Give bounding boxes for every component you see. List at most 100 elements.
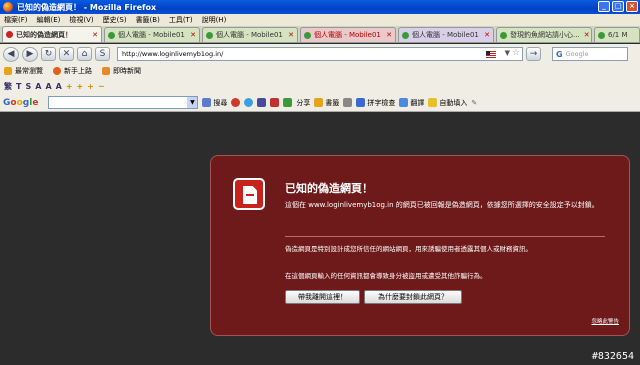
tab-label: 6/1 M bbox=[608, 31, 628, 39]
google-bookmarks-button[interactable]: 書籤 bbox=[314, 98, 339, 108]
google-translate-button[interactable]: 翻譯 bbox=[399, 98, 424, 108]
folder-icon bbox=[4, 67, 12, 75]
mobile01-favicon-icon bbox=[206, 31, 213, 39]
tab-mobile01-4[interactable]: 個人電腦 - Mobile01 ✕ bbox=[398, 27, 494, 42]
tab-close-icon[interactable]: ✕ bbox=[284, 31, 294, 39]
bookmarks-toolbar: 最常瀏覽 新手上路 即時新聞 bbox=[0, 64, 640, 78]
phishing-warning-icon bbox=[233, 178, 265, 210]
search-icon bbox=[202, 98, 212, 107]
bookmarks-star-icon[interactable] bbox=[257, 98, 267, 107]
menu-view[interactable]: 檢視(V) bbox=[69, 15, 93, 25]
font-size-large-button[interactable]: A bbox=[35, 82, 41, 91]
close-button[interactable]: × bbox=[626, 1, 638, 12]
window-titlebar: 已知的偽造網頁！ - Mozilla Firefox _ □ × bbox=[0, 0, 640, 14]
why-blocked-button[interactable]: 為什麼要封鎖此網頁？ bbox=[364, 290, 462, 304]
back-button[interactable]: ◀ bbox=[3, 46, 19, 62]
tab-mobile01-2[interactable]: 個人電腦 - Mobile01 ✕ bbox=[202, 27, 298, 42]
menu-bookmarks[interactable]: 書籤(B) bbox=[136, 15, 160, 25]
tab-label: 已知的偽造網頁！ bbox=[16, 30, 72, 39]
menu-history[interactable]: 歷史(S) bbox=[103, 15, 127, 25]
sidewiki-icon[interactable] bbox=[244, 98, 254, 107]
google-autofill-button[interactable]: 自動填入 bbox=[428, 98, 467, 108]
divider bbox=[285, 236, 605, 237]
bookmark-most-visited[interactable]: 最常瀏覽 bbox=[4, 66, 43, 76]
bookmark-label: 最常瀏覽 bbox=[15, 67, 43, 75]
mobile01-favicon-icon bbox=[402, 31, 409, 39]
forward-button[interactable]: ▶ bbox=[22, 46, 38, 62]
addon-s-button[interactable]: S bbox=[95, 47, 110, 61]
url-bar[interactable]: http://www.loginlivemyb1og.in/ ▼ ☆ bbox=[117, 47, 523, 61]
search-input[interactable]: G Google bbox=[552, 47, 628, 61]
warning-risk-note: 在這個網頁輸入的任何資訊都會導致身分被盜用或遭受其他詐騙行為。 bbox=[285, 272, 487, 280]
tab-label: 發現釣魚網站請小心... bbox=[510, 31, 580, 39]
simplified-button[interactable]: S bbox=[25, 82, 31, 91]
tab-phishing-article[interactable]: 發現釣魚網站請小心... ✕ bbox=[496, 27, 592, 42]
zoom-plus-3-button[interactable]: + bbox=[87, 82, 94, 91]
menu-file[interactable]: 檔案(F) bbox=[4, 15, 28, 25]
menu-bar: 檔案(F) 編輯(E) 檢視(V) 歷史(S) 書籤(B) 工具(T) 說明(H… bbox=[0, 14, 640, 26]
tab-label: 個人電腦 - Mobile01 bbox=[412, 31, 479, 39]
tab-close-icon[interactable]: ✕ bbox=[580, 31, 590, 39]
tab-close-icon[interactable]: ✕ bbox=[480, 31, 490, 39]
maximize-button[interactable]: □ bbox=[612, 1, 624, 12]
menu-tools[interactable]: 工具(T) bbox=[169, 15, 193, 25]
share-icon[interactable] bbox=[283, 98, 293, 107]
mobile01-favicon-icon bbox=[304, 31, 311, 39]
url-dropdown-icon[interactable]: ▼ bbox=[505, 49, 510, 57]
mobile01-favicon-icon bbox=[598, 31, 605, 39]
rss-icon bbox=[102, 67, 110, 75]
get-me-out-button[interactable]: 帶我離開這裡！ bbox=[285, 290, 360, 304]
ignore-warning-link[interactable]: 忽略此警告 bbox=[591, 317, 619, 325]
us-flag-icon bbox=[486, 51, 496, 58]
bookmark-getting-started[interactable]: 新手上路 bbox=[53, 66, 92, 76]
tab-label: 個人電腦 - Mobile01 bbox=[216, 31, 283, 39]
google-search-input[interactable]: ▼ bbox=[48, 96, 199, 109]
pagerank-icon[interactable] bbox=[231, 98, 241, 107]
tab-partial[interactable]: 6/1 M bbox=[594, 27, 640, 42]
text-button[interactable]: T bbox=[16, 82, 21, 91]
google-share-button[interactable]: 分享 bbox=[296, 98, 310, 108]
tab-mobile01-3[interactable]: 個人電腦 - Mobile01 ✕ bbox=[300, 27, 396, 42]
google-spellcheck-button[interactable]: 拼字檢查 bbox=[356, 98, 395, 108]
bookmark-label: 新手上路 bbox=[64, 67, 92, 75]
tab-close-icon[interactable]: ✕ bbox=[382, 31, 392, 39]
spellcheck-icon bbox=[356, 98, 366, 107]
bookmark-label: 即時新聞 bbox=[113, 67, 141, 75]
reload-button[interactable]: ↻ bbox=[41, 47, 56, 61]
gmail-icon[interactable] bbox=[270, 98, 280, 107]
minimize-button[interactable]: _ bbox=[598, 1, 610, 12]
menu-help[interactable]: 說明(H) bbox=[202, 15, 227, 25]
phishing-warning-box: 已知的偽造網頁！ 這個在 www.loginlivemyb1og.in 的網頁已… bbox=[210, 155, 630, 336]
warning-title: 已知的偽造網頁！ bbox=[285, 182, 373, 195]
font-size-small-button[interactable]: A bbox=[56, 82, 62, 91]
wave-button[interactable]: ~ bbox=[98, 82, 105, 91]
menu-edit[interactable]: 編輯(E) bbox=[37, 15, 61, 25]
zoom-plus-2-button[interactable]: + bbox=[77, 82, 84, 91]
tab-close-icon[interactable]: ✕ bbox=[186, 31, 196, 39]
traditional-chinese-button[interactable]: 繁 bbox=[4, 81, 12, 92]
font-size-medium-button[interactable]: A bbox=[45, 82, 51, 91]
home-button[interactable]: ⌂ bbox=[77, 47, 92, 61]
google-engine-icon[interactable]: G bbox=[556, 50, 563, 59]
google-toolbar: Google ▼ 搜尋 分享 書籤 拼字檢查 翻譯 自動填入 ✎ bbox=[0, 94, 640, 112]
tab-label: 個人電腦 - Mobile01 bbox=[314, 31, 381, 39]
google-search-button[interactable]: 搜尋 bbox=[202, 98, 227, 108]
google-search-dropdown-icon[interactable]: ▼ bbox=[187, 97, 198, 108]
warning-message: 這個在 www.loginlivemyb1og.in 的網頁已被回報是偽造網頁，… bbox=[285, 201, 599, 209]
pencil-icon[interactable]: ✎ bbox=[471, 99, 477, 107]
warning-favicon-icon bbox=[6, 31, 13, 38]
autofill-icon bbox=[428, 98, 438, 107]
bookmark-latest-news[interactable]: 即時新聞 bbox=[102, 66, 141, 76]
stop-button[interactable]: ✕ bbox=[59, 47, 74, 61]
zoom-plus-1-button[interactable]: + bbox=[66, 82, 73, 91]
tab-phishing-warning[interactable]: 已知的偽造網頁！ ✕ bbox=[2, 26, 102, 42]
tab-close-icon[interactable]: ✕ bbox=[88, 31, 98, 39]
firefox-icon bbox=[3, 2, 13, 12]
star-icon bbox=[314, 98, 324, 107]
go-button[interactable]: → bbox=[526, 47, 541, 61]
warning-explanation: 偽造網頁是特別設計成您所信任的網站網頁，用來誘騙使用者透露其個人或財務資訊。 bbox=[285, 245, 532, 253]
google-toolbar-logo: Google bbox=[3, 97, 39, 108]
tab-mobile01-1[interactable]: 個人電腦 - Mobile01 ✕ bbox=[104, 27, 200, 42]
more-icon[interactable] bbox=[343, 98, 353, 107]
bookmark-star-icon[interactable]: ☆ bbox=[512, 48, 520, 58]
